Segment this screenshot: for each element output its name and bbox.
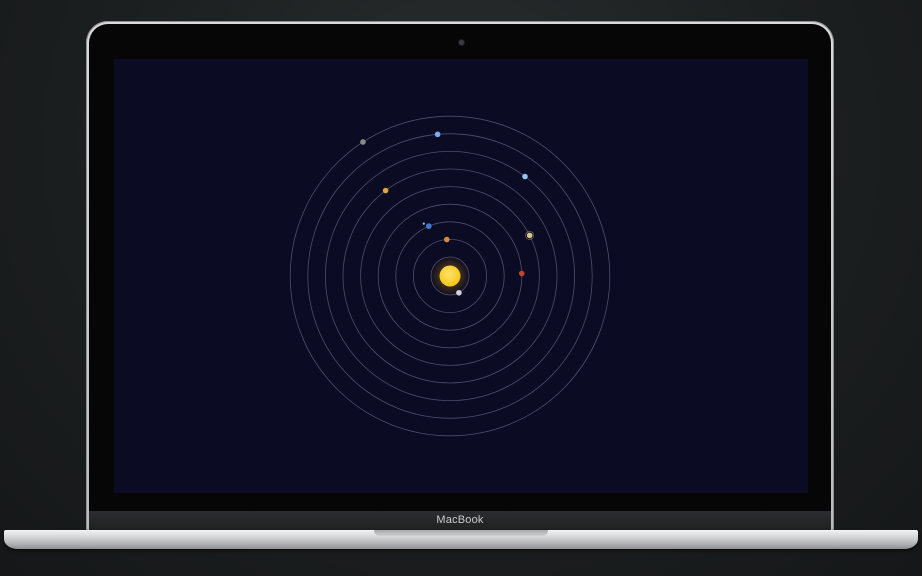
- planet-earth: [426, 223, 432, 229]
- sun: [439, 265, 461, 287]
- display-screen: [114, 59, 808, 493]
- planet-mercury: [456, 289, 462, 296]
- planet-uranus: [522, 173, 528, 180]
- brand-label: MacBook: [436, 514, 484, 526]
- screen-chin: MacBook: [89, 511, 831, 531]
- planet-jupiter: [526, 232, 533, 239]
- opening-notch: [374, 530, 548, 536]
- moon: [422, 222, 425, 225]
- solar-system-animation: [289, 115, 611, 437]
- scene: MacBook: [0, 0, 922, 576]
- laptop-lid: MacBook: [86, 21, 834, 532]
- planet-mars: [518, 270, 525, 277]
- screen-bezel: [89, 24, 831, 532]
- camera-icon: [459, 40, 464, 45]
- planet-neptune: [434, 131, 441, 138]
- planet-saturn: [382, 187, 389, 194]
- planet-venus: [444, 236, 450, 243]
- laptop-base: [4, 530, 918, 549]
- planet-pluto: [360, 139, 366, 145]
